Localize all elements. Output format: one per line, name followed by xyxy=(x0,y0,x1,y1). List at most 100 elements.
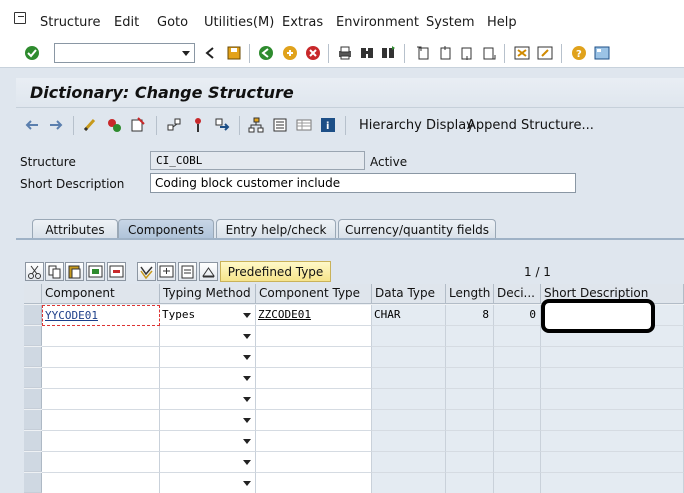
column-header-component-type[interactable]: Component Type xyxy=(256,284,372,304)
paste-icon[interactable] xyxy=(65,262,84,281)
row-selector[interactable] xyxy=(24,389,42,409)
chevron-down-icon[interactable] xyxy=(243,481,251,486)
short-description-field[interactable]: Coding block customer include xyxy=(150,173,576,193)
back-icon[interactable] xyxy=(202,45,218,61)
hierarchy-icon[interactable] xyxy=(248,117,264,133)
component-cell[interactable]: YYCODE01 xyxy=(42,305,160,326)
tab-attributes[interactable]: Attributes xyxy=(32,219,118,240)
component-cell[interactable] xyxy=(42,410,160,431)
info-icon[interactable]: i xyxy=(320,117,336,133)
row-selector[interactable] xyxy=(24,368,42,388)
hierarchy-display-button[interactable]: Hierarchy Display xyxy=(359,118,474,133)
row-selector[interactable] xyxy=(24,452,42,472)
typing-method-cell[interactable] xyxy=(160,431,256,452)
prev-page-icon[interactable] xyxy=(437,45,453,61)
find-next-icon[interactable] xyxy=(380,45,396,61)
column-header-decimals[interactable]: Deci... xyxy=(494,284,541,304)
copy-icon[interactable] xyxy=(45,262,64,281)
typing-method-cell[interactable] xyxy=(160,389,256,410)
menu-utilities[interactable]: Utilities(M) xyxy=(204,15,274,30)
component-type-cell[interactable] xyxy=(256,326,372,347)
component-cell[interactable] xyxy=(42,473,160,493)
column-header-length[interactable]: Length xyxy=(446,284,494,304)
menu-system[interactable]: System xyxy=(426,15,474,30)
typing-method-cell[interactable] xyxy=(160,473,256,493)
row-selector-header[interactable] xyxy=(24,284,42,304)
typing-method-cell[interactable] xyxy=(160,410,256,431)
object-list-icon[interactable] xyxy=(272,117,288,133)
insert-row-icon[interactable] xyxy=(86,262,105,281)
row-selector[interactable] xyxy=(24,305,42,325)
chevron-down-icon[interactable] xyxy=(243,397,251,402)
pin-icon[interactable] xyxy=(190,117,206,133)
column-header-data-type[interactable]: Data Type xyxy=(372,284,446,304)
row-selector[interactable] xyxy=(24,347,42,367)
component-cell[interactable] xyxy=(42,389,160,410)
first-page-icon[interactable] xyxy=(415,45,431,61)
component-type-cell[interactable] xyxy=(256,473,372,493)
typing-method-cell[interactable] xyxy=(160,452,256,473)
command-field[interactable] xyxy=(54,43,195,63)
component-cell[interactable] xyxy=(42,452,160,473)
tab-components[interactable]: Components xyxy=(118,219,214,240)
column-header-typing-method[interactable]: Typing Method xyxy=(160,284,256,304)
forward-arrow-icon[interactable] xyxy=(48,117,64,133)
chevron-down-icon[interactable] xyxy=(243,334,251,339)
table-icon[interactable] xyxy=(296,117,312,133)
row-selector[interactable] xyxy=(24,410,42,430)
menu-environment[interactable]: Environment xyxy=(336,15,419,30)
delete-row-icon[interactable] xyxy=(107,262,126,281)
system-menu-icon[interactable] xyxy=(14,12,26,24)
where-used-icon[interactable] xyxy=(166,117,182,133)
enter-icon[interactable] xyxy=(24,45,40,61)
find-icon[interactable] xyxy=(359,45,375,61)
navigate-icon[interactable] xyxy=(214,117,230,133)
typing-method-cell[interactable] xyxy=(160,326,256,347)
save-icon[interactable] xyxy=(226,45,242,61)
component-cell[interactable] xyxy=(42,431,160,452)
help-icon[interactable]: ? xyxy=(571,45,587,61)
component-type-cell[interactable] xyxy=(256,389,372,410)
check-icon[interactable] xyxy=(130,117,146,133)
menu-edit[interactable]: Edit xyxy=(114,15,139,30)
select-block-icon[interactable] xyxy=(157,262,176,281)
cancel-icon[interactable] xyxy=(305,45,321,61)
select-all-icon[interactable] xyxy=(137,262,156,281)
typing-method-cell[interactable]: Types xyxy=(160,305,256,326)
chevron-down-icon[interactable] xyxy=(182,51,190,56)
collapse-icon[interactable] xyxy=(199,262,218,281)
component-type-cell[interactable] xyxy=(256,431,372,452)
append-structure-button[interactable]: Append Structure... xyxy=(467,118,594,133)
tab-entry-help-check[interactable]: Entry help/check xyxy=(216,219,336,240)
menu-structure[interactable]: Structure xyxy=(40,15,100,30)
component-cell[interactable] xyxy=(42,326,160,347)
print-icon[interactable] xyxy=(337,45,353,61)
typing-method-cell[interactable] xyxy=(160,347,256,368)
component-type-cell[interactable] xyxy=(256,410,372,431)
predefined-type-button[interactable]: Predefined Type xyxy=(220,261,331,282)
display-change-icon[interactable] xyxy=(82,117,98,133)
chevron-down-icon[interactable] xyxy=(243,313,251,318)
chevron-down-icon[interactable] xyxy=(243,439,251,444)
row-selector[interactable] xyxy=(24,473,42,493)
cut-icon[interactable] xyxy=(25,262,44,281)
menu-help[interactable]: Help xyxy=(487,15,517,30)
deselect-all-icon[interactable] xyxy=(178,262,197,281)
row-selector[interactable] xyxy=(24,431,42,451)
column-header-component[interactable]: Component xyxy=(42,284,160,304)
new-session-icon[interactable] xyxy=(514,45,530,61)
component-cell[interactable] xyxy=(42,368,160,389)
component-type-cell[interactable]: ZZCODE01 xyxy=(256,305,372,326)
last-page-icon[interactable] xyxy=(481,45,497,61)
component-type-cell[interactable] xyxy=(256,452,372,473)
chevron-down-icon[interactable] xyxy=(243,355,251,360)
green-back-icon[interactable] xyxy=(258,45,274,61)
menu-goto[interactable]: Goto xyxy=(157,15,188,30)
chevron-down-icon[interactable] xyxy=(243,418,251,423)
row-selector[interactable] xyxy=(24,326,42,346)
activate-icon[interactable] xyxy=(106,117,122,133)
menu-extras[interactable]: Extras xyxy=(282,15,323,30)
next-page-icon[interactable] xyxy=(459,45,475,61)
back-arrow-icon[interactable] xyxy=(24,117,40,133)
typing-method-cell[interactable] xyxy=(160,368,256,389)
